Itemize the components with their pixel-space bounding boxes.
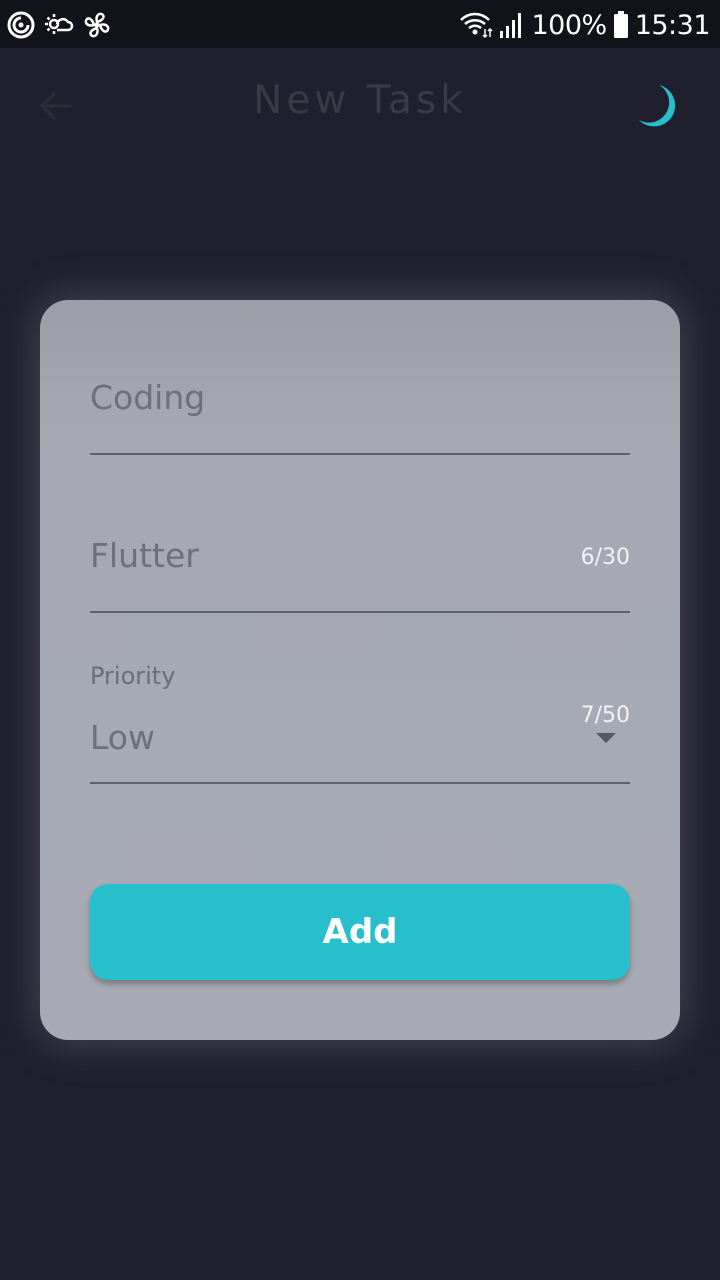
fan-icon xyxy=(82,10,112,40)
sync-icon xyxy=(6,10,36,40)
priority-dropdown[interactable]: Priority Low xyxy=(90,662,630,786)
battery-icon xyxy=(613,11,629,39)
signal-icon xyxy=(499,11,525,39)
priority-underline xyxy=(90,782,630,784)
status-right-icons: 100% 15:31 xyxy=(459,6,711,44)
page-title: New Task xyxy=(253,78,467,123)
task-description-underline xyxy=(90,611,630,613)
theme-toggle-button[interactable] xyxy=(628,76,688,136)
priority-label: Priority xyxy=(90,662,176,690)
add-button[interactable]: Add xyxy=(90,884,630,980)
task-title-underline xyxy=(90,453,630,455)
chevron-down-icon[interactable] xyxy=(596,733,616,743)
task-title-input[interactable]: Coding xyxy=(90,378,205,417)
moon-icon xyxy=(628,85,688,140)
task-description-input[interactable]: Flutter xyxy=(90,536,199,575)
clock: 15:31 xyxy=(634,9,711,41)
wifi-icon xyxy=(459,11,494,39)
weather-icon xyxy=(44,10,74,40)
battery-percent: 100% xyxy=(531,9,607,41)
status-bar: 100% 15:31 xyxy=(0,0,720,48)
new-task-screen: 100% 15:31 New Task Coding 6/30 Flutter … xyxy=(0,0,720,1280)
priority-selected-value[interactable]: Low xyxy=(90,718,155,757)
status-left-icons xyxy=(6,8,112,42)
task-description-field[interactable]: Flutter 7/50 xyxy=(90,530,630,728)
task-title-field[interactable]: Coding 6/30 xyxy=(90,372,630,570)
task-form-card: Coding 6/30 Flutter 7/50 Priority Low Ad… xyxy=(40,300,680,1040)
app-bar: New Task xyxy=(0,48,720,160)
